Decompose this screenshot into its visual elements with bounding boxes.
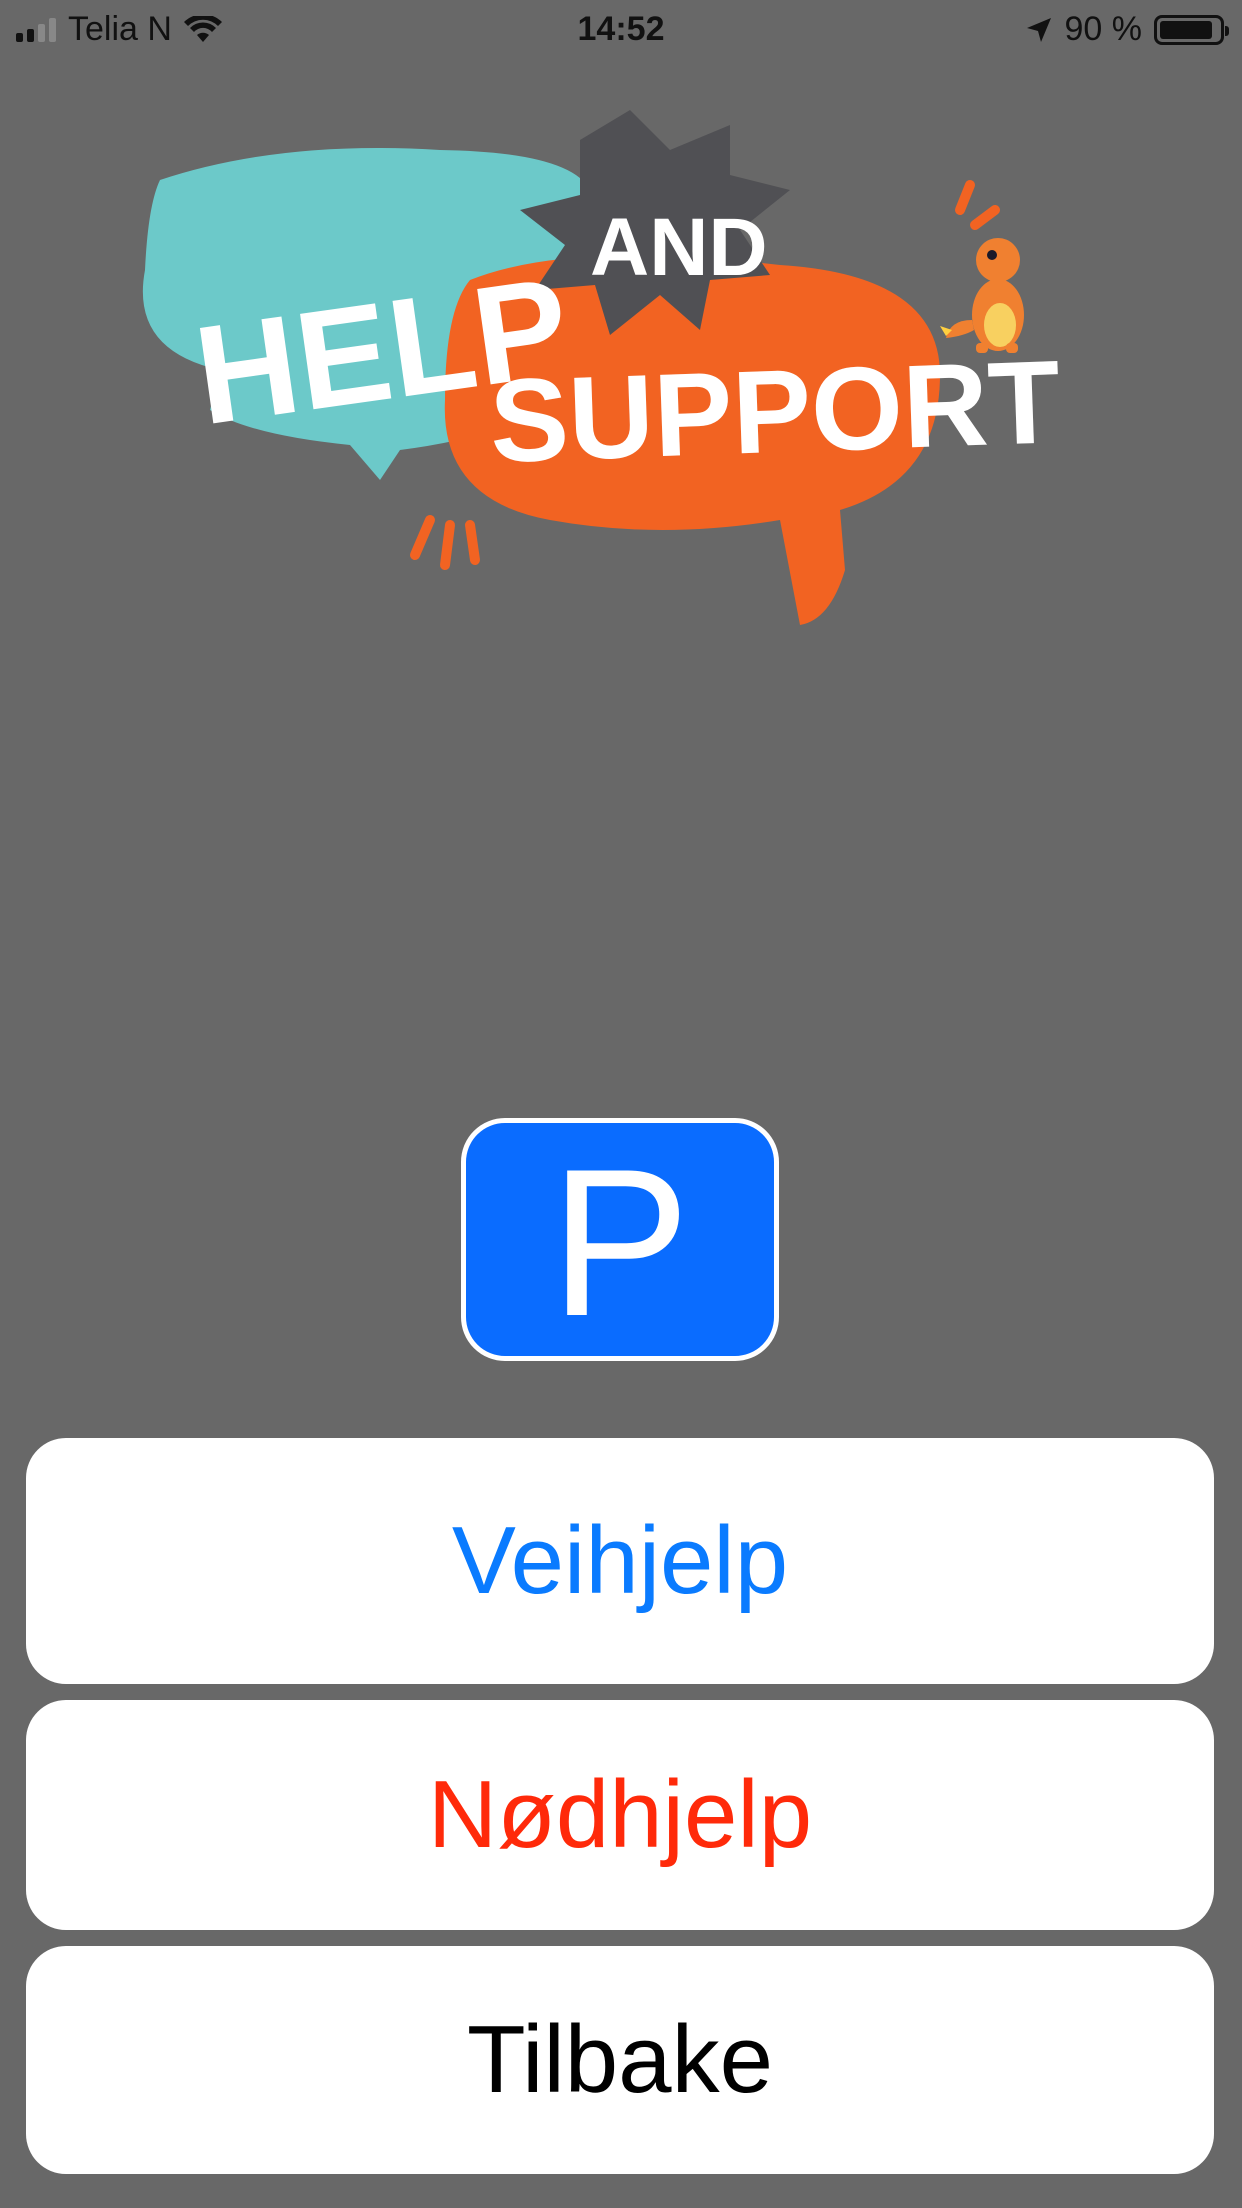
battery-percentage: 90 % [1064, 10, 1143, 48]
veihjelp-button[interactable]: Veihjelp [26, 1438, 1214, 1684]
battery-icon [1154, 14, 1229, 45]
nodhjelp-button[interactable]: Nødhjelp [26, 1700, 1214, 1930]
status-right: 90 % [1025, 10, 1229, 49]
help-and-support-logo: HELP AND SUPPORT [142, 110, 1063, 625]
logo-and-text: AND [590, 202, 768, 293]
charmander-icon [940, 238, 1024, 353]
status-bar: Telia N 14:52 90 % [0, 0, 1242, 62]
location-arrow-icon [1026, 17, 1051, 42]
battery-fill [1160, 20, 1213, 39]
logo-support-text: SUPPORT [488, 336, 1063, 488]
tilbake-button[interactable]: Tilbake [26, 1946, 1214, 2174]
parking-sign-icon: P [461, 1118, 779, 1361]
